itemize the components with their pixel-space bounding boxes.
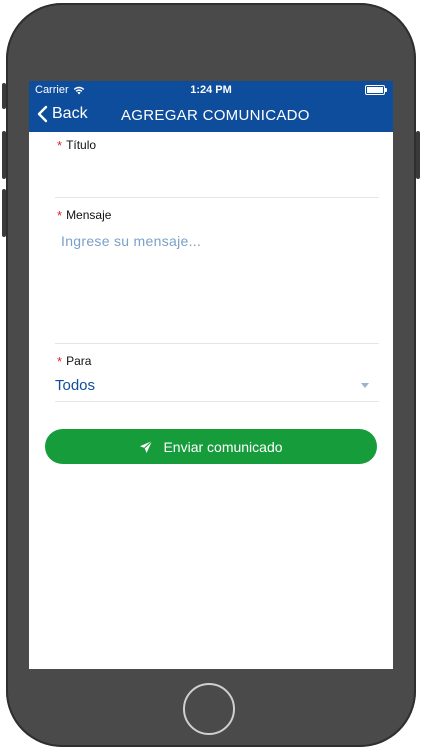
send-announcement-button[interactable]: Enviar comunicado [45,429,377,464]
recipient-selected-value: Todos [55,377,96,394]
message-field[interactable]: * Mensaje Ingrese su mensaje... [55,198,379,344]
recipient-label: * Para [57,354,379,369]
page-title: AGREGAR COMUNICADO [121,107,310,124]
caret-down-icon [361,383,369,388]
required-mark: * [57,208,63,223]
recipient-select[interactable]: Todos [55,377,379,394]
battery-icon [365,85,387,95]
title-field[interactable]: * Título [55,132,379,198]
back-button[interactable]: Back [37,105,88,123]
send-icon [140,440,153,453]
chevron-left-icon [37,105,48,123]
app-screen: Carrier 1:24 PM Back AGREGAR COMUNICADO … [29,81,393,669]
navigation-bar: Back AGREGAR COMUNICADO [29,99,393,132]
home-button[interactable] [183,683,235,735]
message-label: * Mensaje [57,208,379,223]
mute-switch [2,83,6,109]
power-button [416,131,420,179]
volume-down-button [2,189,6,237]
status-bar: Carrier 1:24 PM [29,81,393,99]
volume-up-button [2,131,6,179]
required-mark: * [57,138,63,153]
title-input-value[interactable] [55,153,379,175]
message-label-text: Mensaje [66,208,112,222]
title-label-text: Título [66,138,97,152]
announcement-form: * Título * Mensaje Ingrese su mensaje...… [29,132,393,402]
recipient-field[interactable]: * Para Todos [55,344,379,402]
send-button-label: Enviar comunicado [163,438,283,455]
message-input[interactable]: Ingrese su mensaje... [61,233,379,249]
back-label: Back [52,105,88,122]
required-mark: * [57,354,63,369]
recipient-label-text: Para [66,354,92,368]
status-time: 1:24 PM [190,84,232,96]
title-label: * Título [57,138,379,153]
